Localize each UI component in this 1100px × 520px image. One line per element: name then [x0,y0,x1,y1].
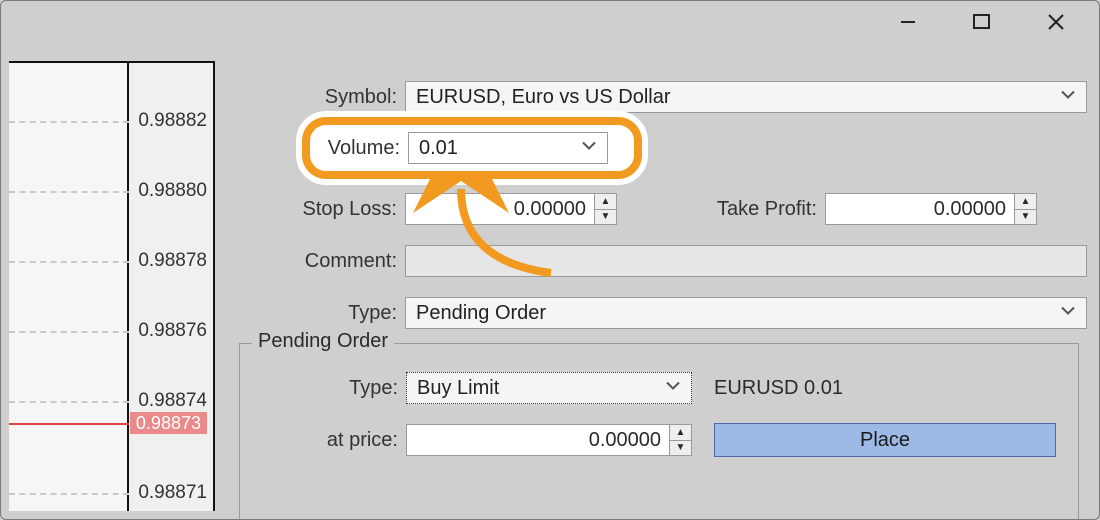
chevron-down-icon [581,137,597,160]
current-price-label: 0.98873 [130,412,207,434]
price-tick: 0.98882 [138,110,207,132]
chevron-down-icon [665,377,681,400]
stoploss-spinner[interactable]: ▲▼ [594,194,616,224]
volume-value: 0.01 [419,137,458,160]
stoploss-input[interactable]: 0.00000 ▲▼ [405,193,617,225]
takeprofit-value: 0.00000 [826,194,1014,224]
price-tick: 0.98878 [138,250,207,272]
atprice-input[interactable]: 0.00000 ▲▼ [406,424,692,456]
ordertype-value: Pending Order [416,302,546,325]
pending-type-label: Type: [240,377,406,400]
ordertype-label: Type: [239,302,405,325]
takeprofit-input[interactable]: 0.00000 ▲▼ [825,193,1037,225]
close-button[interactable] [1019,2,1093,42]
minimize-button[interactable] [871,2,945,42]
price-tick: 0.98876 [138,320,207,342]
chevron-down-icon [1060,86,1076,109]
symbol-value: EURUSD, Euro vs US Dollar [416,86,671,109]
pending-order-group: Pending Order Type: Buy Limit EURUSD 0.0… [239,343,1079,519]
stoploss-label: Stop Loss: [239,198,405,221]
current-price-line [9,423,129,425]
pending-type-select[interactable]: Buy Limit [406,372,692,404]
ordertype-select[interactable]: Pending Order [405,297,1087,329]
atprice-label: at price: [240,429,406,452]
order-window: 0.98882 0.98880 0.98878 0.98876 0.98874 … [0,0,1100,520]
price-tick: 0.98874 [138,390,207,412]
volume-select[interactable]: 0.01 [408,132,608,164]
titlebar [1,1,1099,43]
stoploss-value: 0.00000 [406,194,594,224]
symbol-select[interactable]: EURUSD, Euro vs US Dollar [405,81,1087,113]
atprice-spinner[interactable]: ▲▼ [669,425,691,455]
pending-summary: EURUSD 0.01 [714,377,843,400]
comment-input[interactable] [405,245,1087,277]
pending-type-value: Buy Limit [417,377,499,400]
chevron-down-icon [1060,302,1076,325]
place-button-label: Place [860,429,910,452]
atprice-value: 0.00000 [407,425,669,455]
price-tick: 0.98871 [138,482,207,504]
takeprofit-spinner[interactable]: ▲▼ [1014,194,1036,224]
takeprofit-label: Take Profit: [685,198,825,221]
pending-order-legend: Pending Order [252,330,394,353]
maximize-button[interactable] [945,2,1019,42]
symbol-label: Symbol: [239,86,405,109]
comment-label: Comment: [239,250,405,273]
volume-label: Volume: [314,137,408,160]
price-tick: 0.98880 [138,180,207,202]
price-chart: 0.98882 0.98880 0.98878 0.98876 0.98874 … [9,61,215,511]
place-button[interactable]: Place [714,423,1056,457]
highlight-callout: Volume: 0.01 [296,111,648,185]
